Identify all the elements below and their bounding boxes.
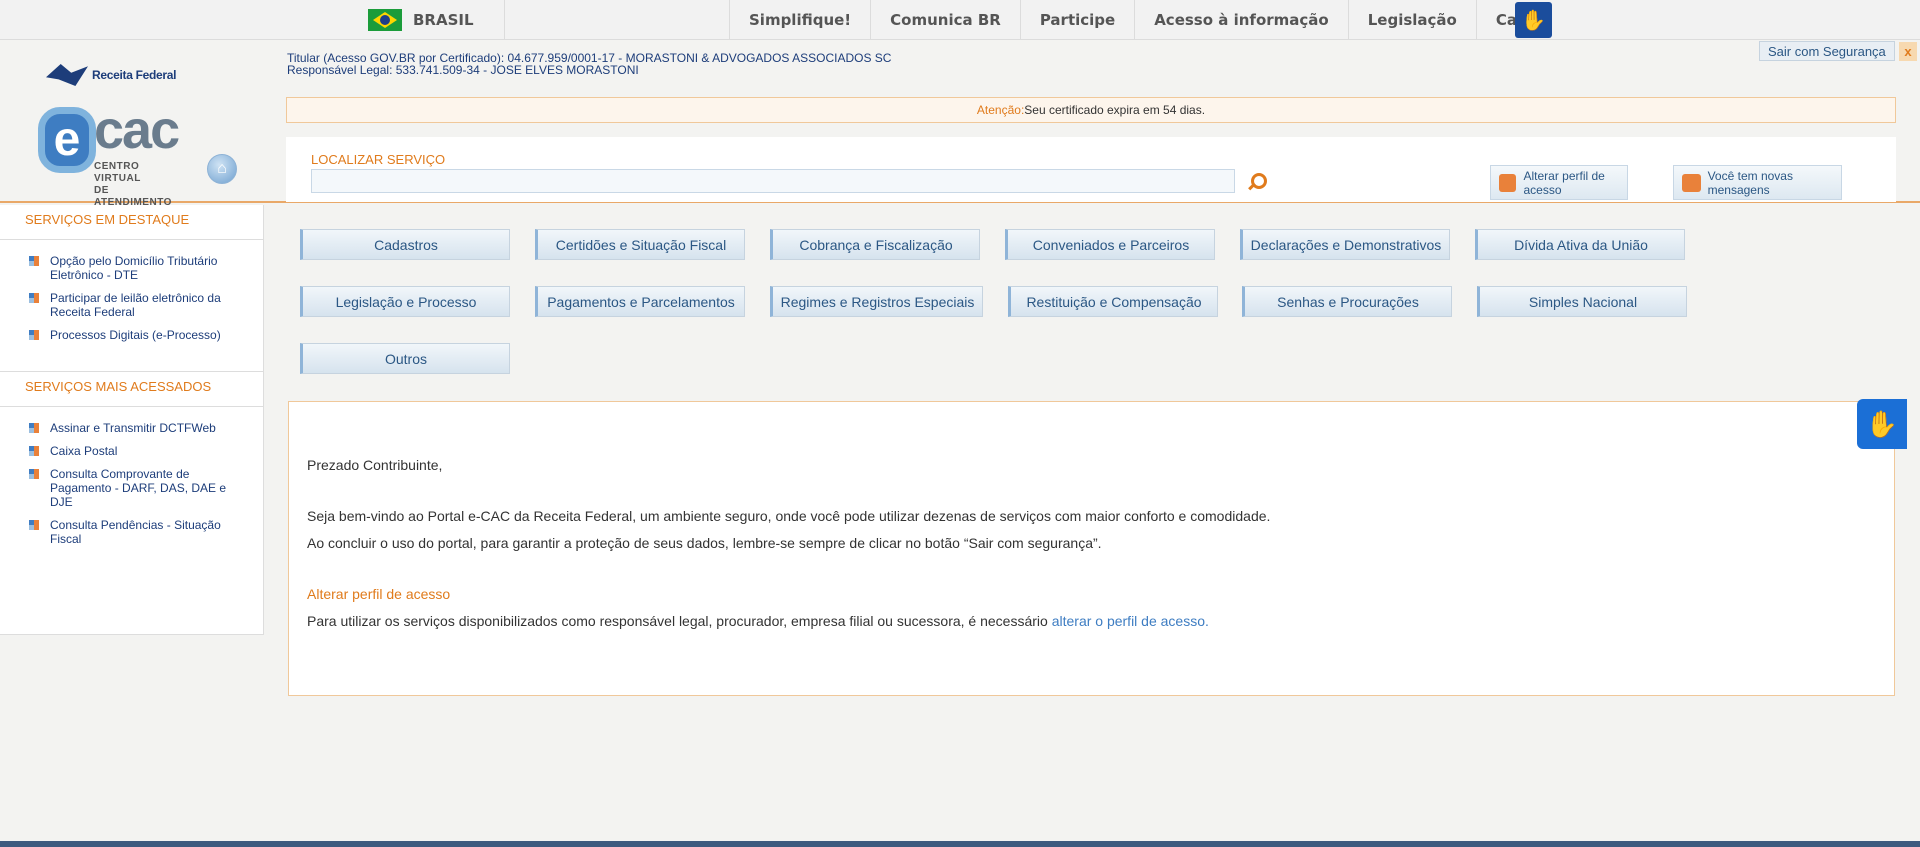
category-restituicao[interactable]: Restituição e Compensação	[1008, 286, 1218, 317]
change-profile-button[interactable]: Alterar perfil de acesso	[1490, 165, 1628, 200]
sidebar-item-label: Caixa Postal	[50, 444, 118, 458]
ecac-logo-e: e	[38, 107, 96, 173]
service-bullet-icon	[29, 423, 39, 433]
category-cobranca[interactable]: Cobrança e Fiscalização	[770, 229, 980, 260]
gov-nav-acesso-informacao[interactable]: Acesso à informação	[1134, 0, 1348, 40]
search-panel: LOCALIZAR SERVIÇO Alterar perfil de aces…	[286, 137, 1896, 202]
exit-securely-button[interactable]: Sair com Segurança	[1759, 41, 1895, 61]
sidebar-item-dctfweb[interactable]: Assinar e Transmitir DCTFWeb	[0, 417, 263, 440]
alert-message: Seu certificado expira em 54 dias.	[1024, 103, 1206, 117]
sidebar-item-leilao[interactable]: Participar de leilão eletrônico da Recei…	[0, 287, 263, 324]
featured-services-list: Opção pelo Domicílio Tributário Eletrôni…	[0, 240, 263, 347]
responsavel-text: Responsável Legal: 533.741.509-34 - JOSE…	[287, 63, 639, 77]
category-senhas[interactable]: Senhas e Procurações	[1242, 286, 1452, 317]
search-icon[interactable]	[1246, 172, 1267, 192]
category-pagamentos[interactable]: Pagamentos e Parcelamentos	[535, 286, 745, 317]
receita-federal-bird-icon	[46, 64, 88, 86]
gov-nav-legislacao[interactable]: Legislação	[1347, 0, 1476, 40]
footer-bar	[0, 841, 1920, 847]
featured-services-title: SERVIÇOS EM DESTAQUE	[0, 205, 263, 240]
service-bullet-icon	[29, 330, 39, 340]
sidebar-item-pendencias[interactable]: Consulta Pendências - Situação Fiscal	[0, 514, 263, 551]
search-label: LOCALIZAR SERVIÇO	[311, 152, 446, 167]
gov-bar: BRASIL Simplifique! Comunica BR Particip…	[0, 0, 1920, 40]
envelope-icon	[1682, 173, 1701, 192]
category-regimes[interactable]: Regimes e Registros Especiais	[770, 286, 983, 317]
exit-close-icon[interactable]: x	[1899, 42, 1917, 61]
sidebar-item-comprovante[interactable]: Consulta Comprovante de Pagamento - DARF…	[0, 463, 263, 514]
receita-federal-logo-text: Receita Federal	[92, 68, 177, 82]
sidebar-item-label: Consulta Pendências - Situação Fiscal	[50, 518, 221, 546]
users-icon	[1499, 173, 1517, 192]
libras-hand-sign-icon[interactable]: ✋	[1515, 2, 1552, 38]
category-simples-nacional[interactable]: Simples Nacional	[1477, 286, 1687, 317]
category-divida-ativa[interactable]: Dívida Ativa da União	[1475, 229, 1685, 260]
ecac-logo-subtitle: CENTRO VIRTUAL DE ATENDIMENTO	[94, 161, 172, 208]
category-declaracoes[interactable]: Declarações e Demonstrativos	[1240, 229, 1450, 260]
receita-federal-logo[interactable]: Receita Federal	[46, 64, 177, 86]
gov-nav-simplifique[interactable]: Simplifique!	[729, 0, 870, 40]
sidebar-item-dte[interactable]: Opção pelo Domicílio Tributário Eletrôni…	[0, 250, 263, 287]
service-bullet-icon	[29, 256, 39, 266]
service-bullet-icon	[29, 520, 39, 530]
gov-brasil-label: BRASIL	[413, 11, 474, 29]
welcome-paragraph-3: Para utilizar os serviços disponibilizad…	[307, 613, 1894, 629]
gov-nav-participe[interactable]: Participe	[1019, 0, 1134, 40]
service-bullet-icon	[29, 293, 39, 303]
certificate-alert: Atenção: Seu certificado expira em 54 di…	[286, 97, 1896, 123]
change-profile-label: Alterar perfil de acesso	[1523, 168, 1605, 197]
gov-nav: Simplifique! Comunica BR Participe Acess…	[729, 0, 1571, 40]
category-outros[interactable]: Outros	[300, 343, 510, 374]
new-messages-button[interactable]: Você tem novas mensagens	[1673, 165, 1842, 200]
change-profile-link[interactable]: alterar o perfil de acesso.	[1052, 613, 1209, 629]
category-cadastros[interactable]: Cadastros	[300, 229, 510, 260]
sidebar-item-label: Processos Digitais (e-Processo)	[50, 328, 221, 342]
search-input[interactable]	[311, 169, 1235, 193]
most-accessed-list: Assinar e Transmitir DCTFWeb Caixa Posta…	[0, 407, 263, 551]
most-accessed-title: SERVIÇOS MAIS ACESSADOS	[0, 372, 263, 407]
brazil-flag-icon	[368, 9, 402, 31]
welcome-panel: Prezado Contribuinte, Seja bem-vindo ao …	[288, 401, 1895, 696]
category-certidoes[interactable]: Certidões e Situação Fiscal	[535, 229, 745, 260]
sidebar-item-e-processo[interactable]: Processos Digitais (e-Processo)	[0, 324, 263, 347]
change-profile-heading: Alterar perfil de acesso	[307, 586, 451, 602]
ecac-logo-cac: cac	[94, 100, 180, 160]
alert-label: Atenção:	[976, 103, 1025, 117]
libras-widget-hand-sign-icon[interactable]: ✋	[1857, 399, 1907, 449]
sidebar-item-label: Participar de leilão eletrônico da Recei…	[50, 291, 221, 319]
new-messages-label: Você tem novas mensagens	[1707, 168, 1793, 197]
welcome-paragraph-2: Ao concluir o uso do portal, para garant…	[307, 535, 1102, 551]
category-legislacao[interactable]: Legislação e Processo	[300, 286, 510, 317]
gov-nav-comunica-br[interactable]: Comunica BR	[870, 0, 1020, 40]
service-bullet-icon	[29, 446, 39, 456]
category-conveniados[interactable]: Conveniados e Parceiros	[1005, 229, 1215, 260]
sidebar-item-label: Assinar e Transmitir DCTFWeb	[50, 421, 216, 435]
gov-brasil-link[interactable]: BRASIL	[368, 0, 505, 40]
sidebar: SERVIÇOS EM DESTAQUE Opção pelo Domicíli…	[0, 205, 264, 635]
sidebar-item-label: Opção pelo Domicílio Tributário Eletrôni…	[50, 254, 218, 282]
welcome-greeting: Prezado Contribuinte,	[307, 457, 443, 473]
home-icon[interactable]: ⌂	[207, 154, 237, 184]
welcome-paragraph-3-text: Para utilizar os serviços disponibilizad…	[307, 613, 1052, 629]
service-bullet-icon	[29, 469, 39, 479]
welcome-paragraph-1: Seja bem-vindo ao Portal e-CAC da Receit…	[307, 508, 1271, 524]
sidebar-item-caixa-postal[interactable]: Caixa Postal	[0, 440, 263, 463]
sidebar-item-label: Consulta Comprovante de Pagamento - DARF…	[50, 467, 227, 509]
user-info: Titular (Acesso GOV.BR por Certificado):…	[287, 52, 891, 76]
